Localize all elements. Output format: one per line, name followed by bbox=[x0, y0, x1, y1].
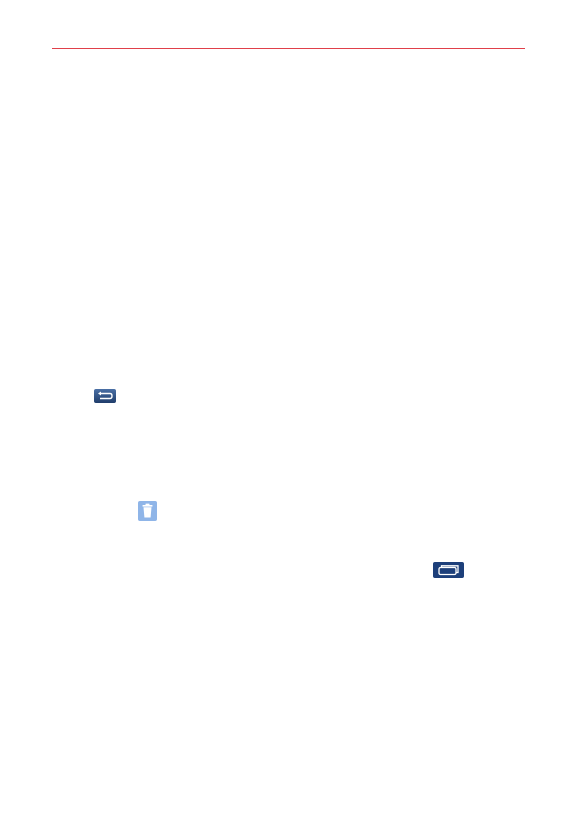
trash-icon bbox=[138, 501, 157, 521]
recent-apps-icon bbox=[433, 562, 464, 578]
back-arrow-icon bbox=[94, 389, 116, 403]
header-rule bbox=[52, 48, 525, 49]
